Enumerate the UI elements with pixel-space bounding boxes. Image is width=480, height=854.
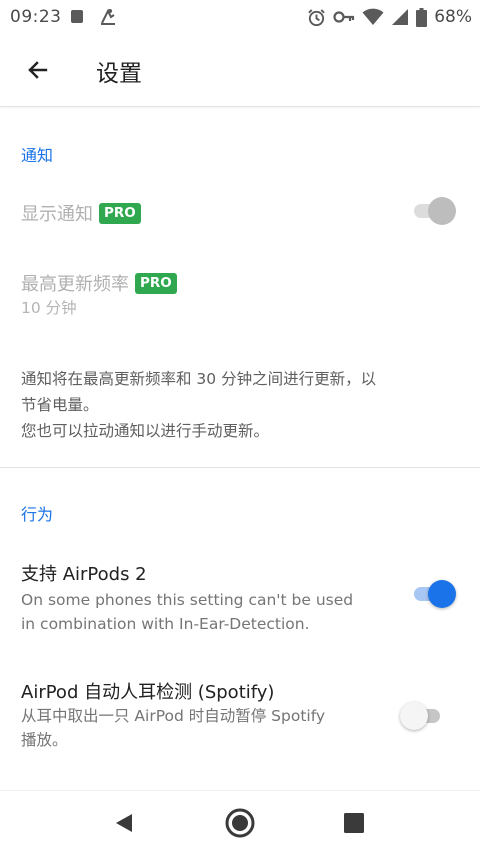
battery-percent: 68%: [434, 7, 472, 27]
summary-line-2: 播放。: [21, 731, 68, 749]
pref-max-update-frequency-title: 最高更新频率 PRO: [21, 270, 177, 296]
switch-thumb: [428, 197, 456, 225]
nav-recents-button[interactable]: [334, 803, 374, 843]
section-divider: [0, 467, 480, 468]
summary-line-1: On some phones this setting can't be use…: [21, 591, 354, 609]
switch-thumb: [428, 580, 456, 608]
summary-line-1: 从耳中取出一只 AirPod 时自动暂停 Spotify: [21, 707, 326, 725]
settings-screen: 09:23 68% 设置 通知 显示通知 PRO 最高更新频率 PRO 10 分…: [0, 0, 480, 854]
pref-ear-detection-title: AirPod 自动人耳检测 (Spotify): [21, 682, 275, 703]
airpods2-switch[interactable]: [412, 580, 456, 608]
pref-show-notification-title: 显示通知 PRO: [21, 200, 141, 226]
pref-airpods2-summary: On some phones this setting can't be use…: [21, 588, 381, 636]
pref-max-update-frequency-value: 10 分钟: [21, 299, 77, 317]
note-line-1: 通知将在最高更新频率和 30 分钟之间进行更新，以: [21, 370, 377, 388]
square-notification-icon: [71, 10, 83, 23]
nav-home-icon: [225, 808, 255, 838]
pref-show-notification: 显示通知 PRO: [0, 184, 480, 238]
note-line-2: 节省电量。: [21, 396, 99, 414]
show-notification-switch[interactable]: [412, 197, 456, 225]
pref-airpods2[interactable]: 支持 AirPods 2 On some phones this setting…: [0, 552, 480, 636]
pref-ear-detection-summary: 从耳中取出一只 AirPod 时自动暂停 Spotify 播放。: [21, 704, 381, 752]
nav-recents-icon: [344, 813, 364, 833]
note-line-3: 您也可以拉动通知以进行手动更新。: [21, 422, 270, 440]
pref-ear-detection[interactable]: AirPod 自动人耳检测 (Spotify) 从耳中取出一只 AirPod 时…: [0, 670, 480, 762]
nav-home-button[interactable]: [220, 803, 260, 843]
section-header-behavior: 行为: [21, 505, 54, 524]
nav-back-icon: [116, 814, 132, 832]
pro-badge: PRO: [135, 272, 177, 294]
pref-max-update-frequency: 最高更新频率 PRO 10 分钟: [0, 260, 480, 330]
nav-back-button[interactable]: [104, 803, 144, 843]
status-bar: 09:23 68%: [0, 0, 480, 34]
pref-airpods2-title: 支持 AirPods 2: [21, 564, 147, 585]
arrow-back-icon: [28, 61, 48, 79]
battery-icon: [416, 7, 428, 27]
signal-icon: [392, 9, 409, 25]
back-button[interactable]: [16, 48, 60, 92]
navigation-bar: [0, 790, 480, 854]
pref-show-notification-label: 显示通知: [21, 204, 93, 225]
section-header-notifications: 通知: [21, 146, 54, 165]
status-icons: 68%: [300, 7, 472, 27]
wifi-icon: [362, 8, 384, 25]
notification-icon: [101, 8, 115, 25]
ear-detection-switch[interactable]: [400, 702, 444, 730]
page-title: 设置: [96, 61, 142, 87]
notification-note: 通知将在最高更新频率和 30 分钟之间进行更新，以 节省电量。 您也可以拉动通知…: [21, 366, 461, 444]
pro-badge: PRO: [99, 202, 141, 224]
status-time: 09:23: [10, 7, 62, 27]
app-bar: 设置: [0, 34, 480, 107]
key-icon: [333, 11, 355, 23]
pref-max-update-frequency-label: 最高更新频率: [21, 274, 129, 295]
switch-thumb: [400, 702, 428, 730]
alarm-icon: [308, 8, 325, 26]
summary-line-2: in combination with In-Ear-Detection.: [21, 615, 310, 633]
